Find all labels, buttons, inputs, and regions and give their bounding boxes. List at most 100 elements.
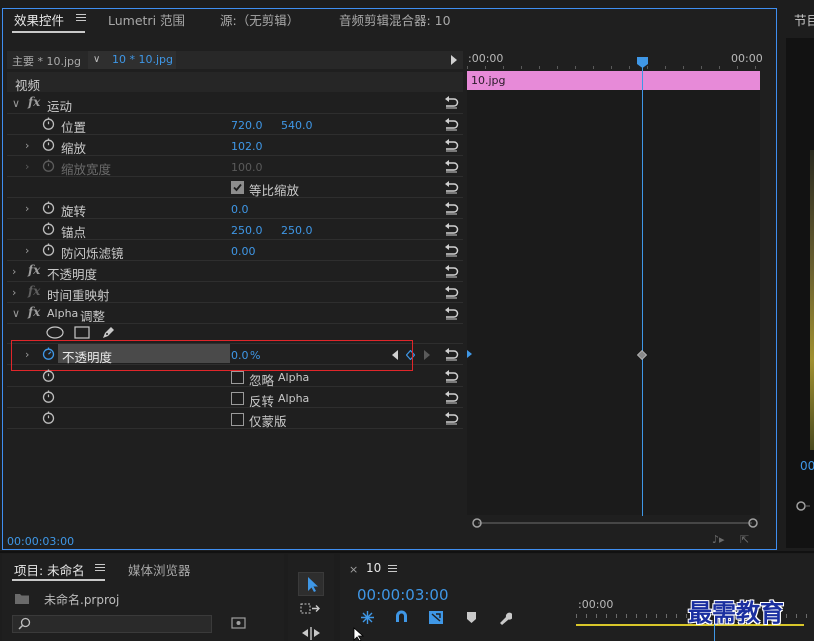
reset-parameter-icon[interactable] bbox=[444, 118, 459, 131]
timeline-scrollbar[interactable] bbox=[472, 518, 758, 528]
sequence-menu-icon[interactable] bbox=[388, 565, 397, 572]
motion-expand-chevron-icon[interactable]: ∨ bbox=[12, 97, 20, 110]
opacity-expand-chevron-icon[interactable]: › bbox=[12, 265, 16, 278]
reset-parameter-icon[interactable] bbox=[444, 202, 459, 215]
row-divider bbox=[7, 386, 463, 387]
stopwatch-icon[interactable] bbox=[42, 369, 55, 382]
reset-parameter-icon[interactable] bbox=[444, 370, 459, 383]
tab-project[interactable]: 项目: 未命名 bbox=[14, 560, 85, 579]
new-bin-icon[interactable] bbox=[231, 616, 246, 629]
rotation-label: 旋转 bbox=[61, 204, 87, 219]
timeline-settings-wrench-icon[interactable] bbox=[497, 610, 512, 625]
video-header-label: 视频 bbox=[15, 78, 41, 93]
active-clip-label[interactable]: 10 * 10.jpg bbox=[112, 53, 173, 66]
track-select-tool-icon[interactable] bbox=[300, 602, 322, 616]
uniform-scale-label: 等比缩放 bbox=[249, 183, 300, 198]
row-divider bbox=[7, 323, 463, 324]
stopwatch-icon[interactable] bbox=[42, 117, 55, 130]
anchor-x-value[interactable]: 250.0 bbox=[231, 224, 263, 237]
play-arrow-icon[interactable] bbox=[451, 55, 457, 65]
alpha-adjust-label-b: 调整 bbox=[80, 309, 106, 324]
anti-flicker-value[interactable]: 0.00 bbox=[231, 245, 256, 258]
tab-program[interactable]: 节目 bbox=[794, 10, 814, 29]
project-search-input[interactable] bbox=[12, 615, 212, 633]
program-scrub-icon[interactable] bbox=[796, 500, 810, 512]
stopwatch-icon bbox=[42, 159, 55, 172]
reset-parameter-icon[interactable] bbox=[444, 244, 459, 257]
uniform-scale-checkbox[interactable] bbox=[231, 181, 244, 194]
ruler-ticks bbox=[467, 66, 760, 69]
clip-bar[interactable] bbox=[467, 71, 760, 90]
rectangle-mask-icon[interactable] bbox=[74, 326, 90, 339]
stopwatch-icon[interactable] bbox=[42, 222, 55, 235]
reset-parameter-icon[interactable] bbox=[444, 391, 459, 404]
reset-parameter-icon[interactable] bbox=[444, 223, 459, 236]
reset-parameter-icon[interactable] bbox=[444, 286, 459, 299]
audio-output-icon[interactable]: ♪▸ bbox=[712, 533, 725, 546]
export-frame-icon[interactable]: ⇱ bbox=[740, 533, 749, 546]
alpha-adjust-label-a: Alpha bbox=[47, 307, 79, 320]
rotation-expand-chevron-icon[interactable]: › bbox=[25, 202, 29, 215]
reset-parameter-icon[interactable] bbox=[444, 181, 459, 194]
tab-source[interactable]: 源:（无剪辑） bbox=[220, 10, 299, 29]
tab-effect-controls[interactable]: 效果控件 bbox=[14, 10, 64, 29]
close-sequence-icon[interactable]: × bbox=[349, 563, 358, 576]
ignore-alpha-checkbox[interactable] bbox=[231, 371, 244, 384]
position-y-value[interactable]: 540.0 bbox=[281, 119, 313, 132]
stopwatch-icon[interactable] bbox=[42, 138, 55, 151]
project-menu-icon[interactable] bbox=[95, 564, 105, 571]
reset-parameter-icon[interactable] bbox=[444, 307, 459, 320]
reset-parameter-icon[interactable] bbox=[444, 160, 459, 173]
position-label: 位置 bbox=[61, 120, 87, 135]
sequence-timecode[interactable]: 00:00:03:00 bbox=[357, 586, 449, 604]
keyframe-diamond-icon[interactable] bbox=[637, 350, 647, 360]
sequence-tab[interactable]: 10 bbox=[366, 561, 381, 575]
hamburger-menu-icon[interactable] bbox=[76, 14, 86, 21]
snap-magnet-icon[interactable] bbox=[394, 610, 409, 625]
ignore-alpha-label-a: 忽略 bbox=[249, 373, 275, 388]
nest-sequence-icon[interactable] bbox=[360, 610, 375, 625]
fx-icon[interactable]: fx bbox=[28, 95, 40, 109]
anti-flicker-label: 防闪烁滤镜 bbox=[61, 246, 124, 261]
scale-value[interactable]: 102.0 bbox=[231, 140, 263, 153]
stopwatch-icon[interactable] bbox=[42, 243, 55, 256]
mask-only-checkbox[interactable] bbox=[231, 413, 244, 426]
alpha-adjust-expand-chevron-icon[interactable]: ∨ bbox=[12, 307, 20, 320]
stopwatch-icon[interactable] bbox=[42, 201, 55, 214]
ripple-edit-tool-icon[interactable] bbox=[300, 626, 322, 640]
stopwatch-icon[interactable] bbox=[42, 390, 55, 403]
next-keyframe-icon[interactable] bbox=[424, 350, 430, 360]
linked-selection-icon[interactable] bbox=[428, 610, 444, 625]
invert-alpha-label-a: 反转 bbox=[249, 394, 275, 409]
time-remap-expand-chevron-icon[interactable]: › bbox=[12, 286, 16, 299]
anchor-y-value[interactable]: 250.0 bbox=[281, 224, 313, 237]
reset-parameter-icon[interactable] bbox=[444, 348, 459, 361]
reset-parameter-icon[interactable] bbox=[444, 96, 459, 109]
project-file-name[interactable]: 未命名.prproj bbox=[44, 591, 119, 608]
row-divider bbox=[7, 197, 463, 198]
invert-alpha-checkbox[interactable] bbox=[231, 392, 244, 405]
playhead-handle-icon[interactable] bbox=[637, 57, 648, 68]
current-timecode[interactable]: 00:00:03:00 bbox=[7, 535, 74, 548]
scale-width-label: 缩放宽度 bbox=[61, 162, 112, 177]
pen-mask-icon[interactable] bbox=[101, 325, 116, 340]
tab-lumetri-scopes[interactable]: Lumetri 范围 bbox=[108, 10, 185, 29]
reset-parameter-icon[interactable] bbox=[444, 412, 459, 425]
fx-icon[interactable]: fx bbox=[28, 263, 40, 277]
add-marker-icon[interactable] bbox=[466, 611, 477, 624]
tab-media-browser[interactable]: 媒体浏览器 bbox=[128, 560, 191, 579]
anti-flicker-expand-chevron-icon[interactable]: › bbox=[25, 244, 29, 257]
tab-audio-clip-mixer[interactable]: 音频剪辑混合器: 10 bbox=[339, 10, 451, 29]
selection-tool-button[interactable] bbox=[298, 572, 324, 596]
row-divider bbox=[7, 113, 463, 114]
reset-parameter-icon[interactable] bbox=[444, 265, 459, 278]
master-clip-label[interactable]: 主要 * 10.jpg bbox=[12, 53, 81, 69]
fx-icon[interactable]: fx bbox=[28, 305, 40, 319]
fx-icon: fx bbox=[28, 284, 41, 298]
position-x-value[interactable]: 720.0 bbox=[231, 119, 263, 132]
reset-parameter-icon[interactable] bbox=[444, 139, 459, 152]
ellipse-mask-icon[interactable] bbox=[46, 326, 64, 339]
scale-expand-chevron-icon[interactable]: › bbox=[25, 139, 29, 152]
rotation-value[interactable]: 0.0 bbox=[231, 203, 249, 216]
stopwatch-icon[interactable] bbox=[42, 411, 55, 424]
